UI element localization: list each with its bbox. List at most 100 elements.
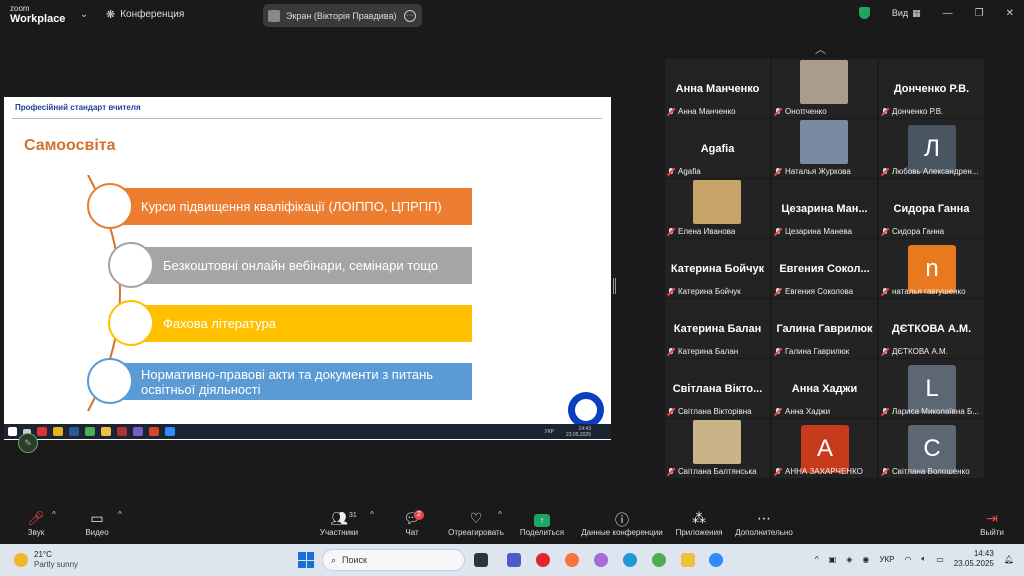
participant-tile[interactable]: A АННА ЗАХАРЧЕНКО [772,419,877,478]
video-button[interactable]: ▭ Видео [84,510,110,537]
participant-tile[interactable]: Катерина Балан Катерина Балан [665,299,770,358]
participant-display-name: Катерина Бойчук [670,263,765,275]
restore-icon[interactable]: ❐ [975,8,984,19]
participant-tile[interactable]: Світлана Балтянська [665,419,770,478]
participants-options-caret-icon[interactable]: ^ [370,510,374,519]
search-icon: ⌕ [331,554,337,565]
participant-gallery: Анна Манченко Анна Манченко Оноπченко Донче… [662,58,984,478]
view-menu[interactable]: Вид ▦ [892,8,921,19]
participant-display-name: Цезарина Ман... [781,203,868,215]
participant-name-label: Катерина Балан [667,347,738,356]
chevron-down-icon[interactable]: ⌄ [80,9,88,20]
participant-name-label: Цезарина Манева [774,227,852,236]
chrome-icon[interactable] [652,553,666,567]
participant-avatar: Л [908,125,956,173]
taskbar-clock[interactable]: 14:43 23.05.2025 [954,549,994,569]
participant-tile[interactable]: ДЄТКОВА А.М. ДЄТКОВА А.М. [879,299,984,358]
wifi-icon[interactable]: ◠ [904,555,911,564]
participant-tile[interactable]: Анна Хаджи Анна Хаджи [772,359,877,418]
react-button[interactable]: ♡ Отреагировать [446,510,506,537]
participant-tile[interactable]: Галина Гаврилюк Галина Гаврилюк [772,299,877,358]
participant-name-label: Евгения Соколова [774,287,853,296]
app-icon [37,427,47,436]
screen-share-indicator[interactable]: Экран (Вікторія Правдива) ··· [263,4,422,27]
close-icon[interactable]: ✕ [1006,8,1014,19]
video-options-caret-icon[interactable]: ^ [118,510,122,519]
notifications-icon[interactable]: 🔔︎ [1004,555,1014,564]
audio-options-caret-icon[interactable]: ^ [52,510,56,519]
slide-divider [12,118,602,119]
participant-tile[interactable]: C Світлана Волошенко [879,419,984,478]
language-indicator[interactable]: УКР [879,555,894,564]
participant-tile[interactable]: Анна Манченко Анна Манченко [665,59,770,118]
apps-button[interactable]: ⁂ Приложения [673,510,725,537]
windows-start-icon[interactable] [298,552,314,568]
copilot-icon[interactable] [594,553,608,567]
tray-app-icon[interactable]: ◈ [846,555,852,564]
windows-taskbar: 21°C Partly sunny ⌕ Поиск ^ ▣ ◈ ◉ УКР ◠ … [0,544,1024,576]
file-explorer-icon[interactable] [681,553,695,567]
slide-item-3: Фахова література [132,305,472,342]
participant-tile[interactable]: Наталья Журкова [772,119,877,178]
minimize-icon[interactable]: — [943,8,953,19]
participant-avatar: C [908,425,956,473]
partly-sunny-icon [14,553,28,567]
chrome-icon [85,427,95,436]
participant-avatar: L [908,365,956,413]
participant-display-name: Анна Хаджи [791,383,858,395]
battery-icon[interactable]: ▭ [936,555,944,564]
annotate-pen-icon[interactable]: ✎ [18,433,38,453]
edge-icon[interactable] [623,553,637,567]
mic-muted-icon [667,347,675,356]
zoom-icon[interactable] [709,553,723,567]
participant-name-label: Донченко Р.В. [881,107,943,116]
teams-icon[interactable] [507,553,521,567]
participant-tile[interactable]: Донченко Р.В. Донченко Р.В. [879,59,984,118]
app-icon [117,427,127,436]
mic-muted-icon [774,467,782,476]
participant-tile[interactable]: Оноπченко [772,59,877,118]
participant-tile[interactable]: n наталья гавrушенко [879,239,984,298]
participant-tile[interactable]: Катерина Бойчук Катерина Бойчук [665,239,770,298]
tray-app-icon[interactable]: ◉ [862,555,869,564]
audio-button[interactable]: 🎤︎ Звук [24,510,48,537]
chevron-up-icon[interactable]: ^ [815,555,819,564]
volume-icon[interactable]: 🔈︎ [921,554,926,564]
taskbar-search-input[interactable]: ⌕ Поиск [322,549,465,571]
mic-muted-icon [774,167,782,176]
participant-tile[interactable]: Цезарина Ман... Цезарина Манева [772,179,877,238]
participant-display-name: Галина Гаврилюк [776,323,873,335]
participant-tile[interactable]: Елена Иванова [665,179,770,238]
participant-name-label: наталья гавrушенко [881,287,966,296]
leave-button[interactable]: ⇥ Выйти [978,510,1006,537]
security-shield-icon[interactable] [858,7,870,19]
tray-app-icon[interactable]: ▣ [829,555,837,564]
firefox-icon[interactable] [565,553,579,567]
slide-bullet-circle [108,242,154,288]
zoom-top-bar: zoom Workplace ⌄ ❋ Конференция Экран (Ві… [0,0,1024,30]
system-tray: ^ ▣ ◈ ◉ УКР ◠ 🔈︎ ▭ 14:43 23.05.2025 🔔︎ [815,549,1014,569]
participant-tile[interactable]: Agafia Agafia [665,119,770,178]
opera-icon[interactable] [536,553,550,567]
conference-menu[interactable]: ❋ Конференция [106,8,184,21]
participant-display-name: Катерина Балан [673,323,762,335]
screen-thumbnail-icon [268,9,280,22]
participant-tile[interactable]: L Лариса Миколаївна Б... [879,359,984,418]
more-button[interactable]: ⋯ Дополнительно [733,510,795,537]
share-screen-button[interactable]: ↑ Поделиться [518,510,566,537]
task-view-icon[interactable] [474,553,488,567]
participant-name-label: Анна Манченко [667,107,736,116]
participant-name-label: Світлана Вікторівна [667,407,752,416]
slide-title: Самоосвіта [24,137,116,154]
participant-tile[interactable]: Світлана Вікто... Світлана Вікторівна [665,359,770,418]
resize-handle[interactable] [613,278,616,294]
react-options-caret-icon[interactable]: ^ [498,510,502,519]
more-options-icon[interactable]: ··· [404,9,416,22]
chevron-up-icon[interactable]: ︿ [815,41,826,57]
weather-widget[interactable]: 21°C Partly sunny [14,550,78,570]
meeting-info-button[interactable]: ⓘ Данные конференции [578,510,666,537]
participant-tile[interactable]: Л Любовь Александрен... [879,119,984,178]
participant-tile[interactable]: Евгения Сокол... Евгения Соколова [772,239,877,298]
participant-tile[interactable]: Сидора Ганна Сидора Ганна [879,179,984,238]
slide-bullet-circle [108,300,154,346]
